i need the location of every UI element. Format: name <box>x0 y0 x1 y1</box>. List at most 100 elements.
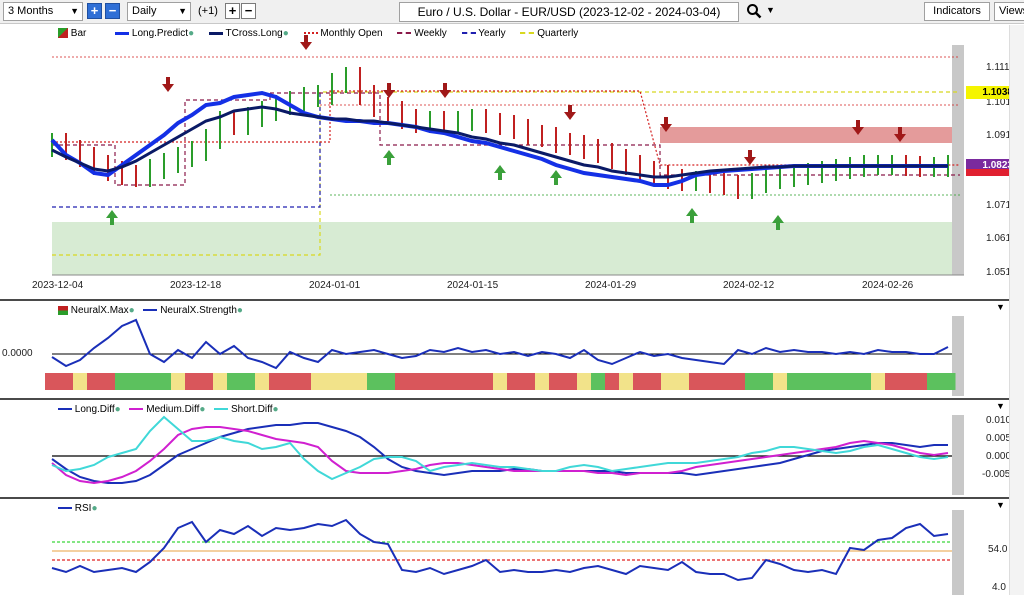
neuralx-max-swatch <box>58 305 68 315</box>
collapse-icon[interactable]: ▼ <box>996 500 1005 510</box>
monthly-open-swatch <box>303 32 318 35</box>
neuralx-max-block <box>927 373 942 390</box>
search-dropdown-icon[interactable]: ▼ <box>766 5 775 15</box>
neuralx-max-block <box>941 373 956 390</box>
zoom-out-button[interactable]: − <box>105 3 120 19</box>
diff-chart[interactable] <box>0 401 1009 497</box>
legend-monthly-open: Monthly Open <box>320 28 383 39</box>
symbol-title-text: Euro / U.S. Dollar - EUR/USD (2023-12-02… <box>417 5 721 19</box>
quarterly-swatch <box>520 32 535 35</box>
neuralx-max-block <box>591 373 606 390</box>
neuralx-max-block <box>619 373 634 390</box>
neuralx-max-block <box>451 373 466 390</box>
indicators-button[interactable]: Indicators <box>924 2 990 21</box>
legend-neuralx-max: NeuralX.Max <box>70 305 129 316</box>
neuralx-max-block <box>115 373 130 390</box>
neuralx-max-block <box>647 373 662 390</box>
neuralx-max-block <box>227 373 242 390</box>
rsi-panel: RSI● 54.0 4.0 ▼ ✕ <box>0 500 1024 595</box>
neuralx-max-block <box>549 373 564 390</box>
rsi-swatch <box>58 507 72 510</box>
neuralx-max-block <box>843 373 858 390</box>
views-button-label: Views <box>999 5 1024 17</box>
legend-bar: Bar <box>70 28 87 39</box>
long-diff-swatch <box>58 408 72 411</box>
support-zone <box>52 222 964 275</box>
legend-long-diff: Long.Diff <box>74 404 115 415</box>
toolbar: 3 Months ▼ + − Daily ▼ (+1) + − Euro / U… <box>0 0 1024 24</box>
collapse-icon[interactable]: ▼ <box>996 401 1005 411</box>
symbol-title[interactable]: Euro / U.S. Dollar - EUR/USD (2023-12-02… <box>399 2 739 22</box>
neuralx-max-block <box>717 373 732 390</box>
date-tick: 2024-01-01 <box>309 280 361 291</box>
diff-legend: Long.Diff● Medium.Diff● Short.Diff● <box>58 404 279 415</box>
vertical-scrollbar[interactable] <box>1009 25 1024 595</box>
legend-rsi: RSI <box>74 503 92 514</box>
neuralx-max-block <box>871 373 886 390</box>
date-tick: 2024-01-15 <box>447 280 499 291</box>
neuralx-max-block <box>311 373 326 390</box>
neuralx-max-block <box>577 373 592 390</box>
neuralx-max-block <box>801 373 816 390</box>
short-diff-swatch <box>214 408 229 411</box>
medium-diff-swatch <box>129 408 144 411</box>
neuralx-max-block <box>339 373 354 390</box>
yearly-swatch <box>461 32 476 35</box>
weekly-swatch <box>397 32 412 35</box>
neuralx-max-block <box>675 373 690 390</box>
rsi-tick: 4.0 <box>992 582 1006 593</box>
collapse-icon[interactable]: ▼ <box>996 302 1005 312</box>
neuralx-max-block <box>465 373 480 390</box>
rsi-chart[interactable] <box>0 500 1009 595</box>
neuralx-max-block <box>171 373 186 390</box>
offset-plus-button[interactable]: + <box>225 3 240 19</box>
neuralx-panel: NeuralX.Max● NeuralX.Strength● 0.0000 ▼ … <box>0 302 1024 400</box>
date-tick: 2023-12-04 <box>32 280 84 291</box>
views-button[interactable]: Views <box>994 2 1024 21</box>
chevron-down-icon: ▼ <box>70 6 79 16</box>
neuralx-max-block <box>605 373 620 390</box>
legend-yearly: Yearly <box>478 28 506 39</box>
neuralx-chart[interactable] <box>0 302 1009 398</box>
resistance-zone <box>660 127 964 143</box>
neuralx-max-block <box>857 373 872 390</box>
neuralx-max-block <box>73 373 88 390</box>
legend-weekly: Weekly <box>414 28 447 39</box>
neuralx-strength-line <box>51 318 949 370</box>
neuralx-max-block <box>101 373 116 390</box>
neuralx-max-block <box>143 373 158 390</box>
neuralx-max-block <box>493 373 508 390</box>
neuralx-max-block <box>185 373 200 390</box>
right-gutter <box>952 415 964 495</box>
neuralx-max-block <box>45 373 60 390</box>
legend-long-predict: Long.Predict <box>131 28 189 39</box>
legend-quarterly: Quarterly <box>537 28 579 39</box>
neuralx-max-block <box>703 373 718 390</box>
diff-panel: Long.Diff● Medium.Diff● Short.Diff● 0.01… <box>0 401 1024 499</box>
neuralx-max-block <box>563 373 578 390</box>
interval-select[interactable]: Daily ▼ <box>127 2 191 21</box>
neuralx-max-block <box>255 373 270 390</box>
legend-medium-diff: Medium.Diff <box>146 404 200 415</box>
rsi-line <box>51 518 949 582</box>
neuralx-max-block <box>199 373 214 390</box>
neuralx-max-block <box>521 373 536 390</box>
long-predict-swatch <box>115 31 130 35</box>
neuralx-max-block <box>507 373 522 390</box>
neuralx-max-block <box>157 373 172 390</box>
zoom-in-button[interactable]: + <box>87 3 102 19</box>
price-chart[interactable] <box>0 25 1009 299</box>
neuralx-max-block <box>423 373 438 390</box>
neuralx-max-block <box>745 373 760 390</box>
neuralx-max-block <box>479 373 494 390</box>
search-icon[interactable] <box>746 3 762 19</box>
offset-minus-button[interactable]: − <box>241 3 256 19</box>
neuralx-max-block <box>535 373 550 390</box>
bar-swatch-icon <box>58 28 68 39</box>
range-select[interactable]: 3 Months ▼ <box>3 2 83 21</box>
neuralx-max-block <box>59 373 74 390</box>
neuralx-max-block <box>633 373 648 390</box>
indicators-button-label: Indicators <box>933 5 981 17</box>
neuralx-max-block <box>367 373 382 390</box>
chevron-down-icon: ▼ <box>178 6 187 16</box>
